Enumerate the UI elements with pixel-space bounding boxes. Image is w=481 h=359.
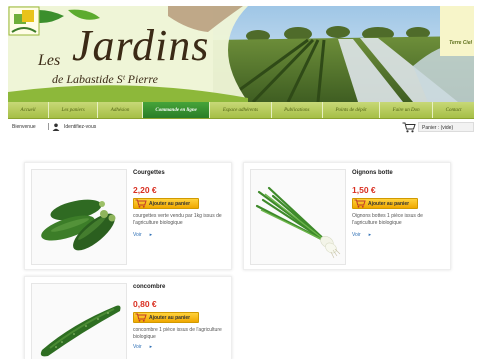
cart-summary[interactable]: Panier : (vide) — [418, 122, 474, 132]
divider — [48, 123, 49, 130]
more-label: Voir — [352, 232, 361, 238]
add-to-cart-label: Ajouter au panier — [149, 200, 191, 207]
product-description: concombre 1 pièce issus de l'agriculture… — [133, 327, 222, 340]
product-image[interactable] — [250, 169, 346, 265]
logo-jardins-text: Jardins — [72, 21, 210, 70]
add-to-cart-label: Ajouter au panier — [149, 314, 191, 321]
chevron-right-icon: ▸ — [149, 232, 153, 238]
product-description: Oignons bottes 1 pièce issus de l'agricu… — [352, 213, 423, 226]
oignons-image — [255, 186, 341, 259]
product-more-link[interactable]: Voir ▸ — [352, 232, 448, 238]
nav-item-accueil[interactable]: Accueil — [8, 102, 50, 118]
user-icon — [52, 123, 60, 131]
product-more-link[interactable]: Voir ▸ — [133, 232, 229, 238]
product-price: 2,20 € — [133, 185, 157, 195]
nav-item-faire-un-don[interactable]: Faire un Don — [380, 102, 434, 118]
concombre-image — [40, 305, 121, 357]
product-price: 0,80 € — [133, 299, 157, 309]
add-to-cart-icon — [354, 199, 366, 208]
product-card: concombre 0,80 € Ajouter au panier conco… — [24, 276, 232, 359]
logo-les-text: Les — [38, 52, 61, 69]
cart-icon[interactable] — [402, 122, 416, 133]
site-banner: Les Jardins de Labastide Sᵗ Pierre Terre… — [8, 6, 474, 102]
add-to-cart-button[interactable]: Ajouter au panier — [133, 312, 199, 323]
account-bar: Bienvenue Identifiez-vous Panier : (vide… — [8, 120, 474, 134]
courgettes-image — [41, 199, 116, 251]
add-to-cart-label: Ajouter au panier — [368, 200, 410, 207]
partner-name: Terre Ciel — [449, 40, 472, 46]
product-description: courgettes verte vendu par 1kg issus de … — [133, 213, 222, 226]
add-to-cart-button[interactable]: Ajouter au panier — [133, 198, 199, 209]
add-to-cart-icon — [135, 199, 147, 208]
more-label: Voir — [133, 344, 142, 350]
nav-item-contact[interactable]: Contact — [433, 102, 474, 118]
product-name[interactable]: Courgettes — [133, 170, 229, 176]
product-name[interactable]: concombre — [133, 284, 229, 290]
partner-logo-icon — [8, 6, 40, 36]
more-label: Voir — [133, 232, 142, 238]
add-to-cart-button[interactable]: Ajouter au panier — [352, 198, 418, 209]
main-nav: Accueil Les paniers Adhésion Commande en… — [8, 102, 474, 119]
welcome-text: Bienvenue — [12, 124, 36, 130]
login-link[interactable]: Identifiez-vous — [64, 124, 96, 130]
product-name[interactable]: Oignons botte — [352, 170, 448, 176]
product-price: 1,50 € — [352, 185, 376, 195]
logo-subtitle: de Labastide Sᵗ Pierre — [52, 72, 158, 86]
nav-item-adhesion[interactable]: Adhésion — [98, 102, 143, 118]
product-more-link[interactable]: Voir ▸ — [133, 344, 229, 350]
product-card: Oignons botte 1,50 € Ajouter au panier O… — [243, 162, 451, 270]
product-image[interactable] — [31, 169, 127, 265]
nav-item-points-de-depot[interactable]: Points de dépôt — [323, 102, 381, 118]
nav-item-commande-en-ligne[interactable]: Commande en ligne — [142, 102, 211, 118]
nav-item-publications[interactable]: Publications — [272, 102, 323, 118]
chevron-right-icon: ▸ — [149, 344, 153, 350]
nav-item-les-paniers[interactable]: Les paniers — [49, 102, 99, 118]
nav-item-espace-adherents[interactable]: Espace adhérents — [210, 102, 272, 118]
product-card: Courgettes 2,20 € Ajouter au panier cour… — [24, 162, 232, 270]
product-image[interactable] — [31, 283, 127, 359]
add-to-cart-icon — [135, 313, 147, 322]
chevron-right-icon: ▸ — [368, 232, 372, 238]
